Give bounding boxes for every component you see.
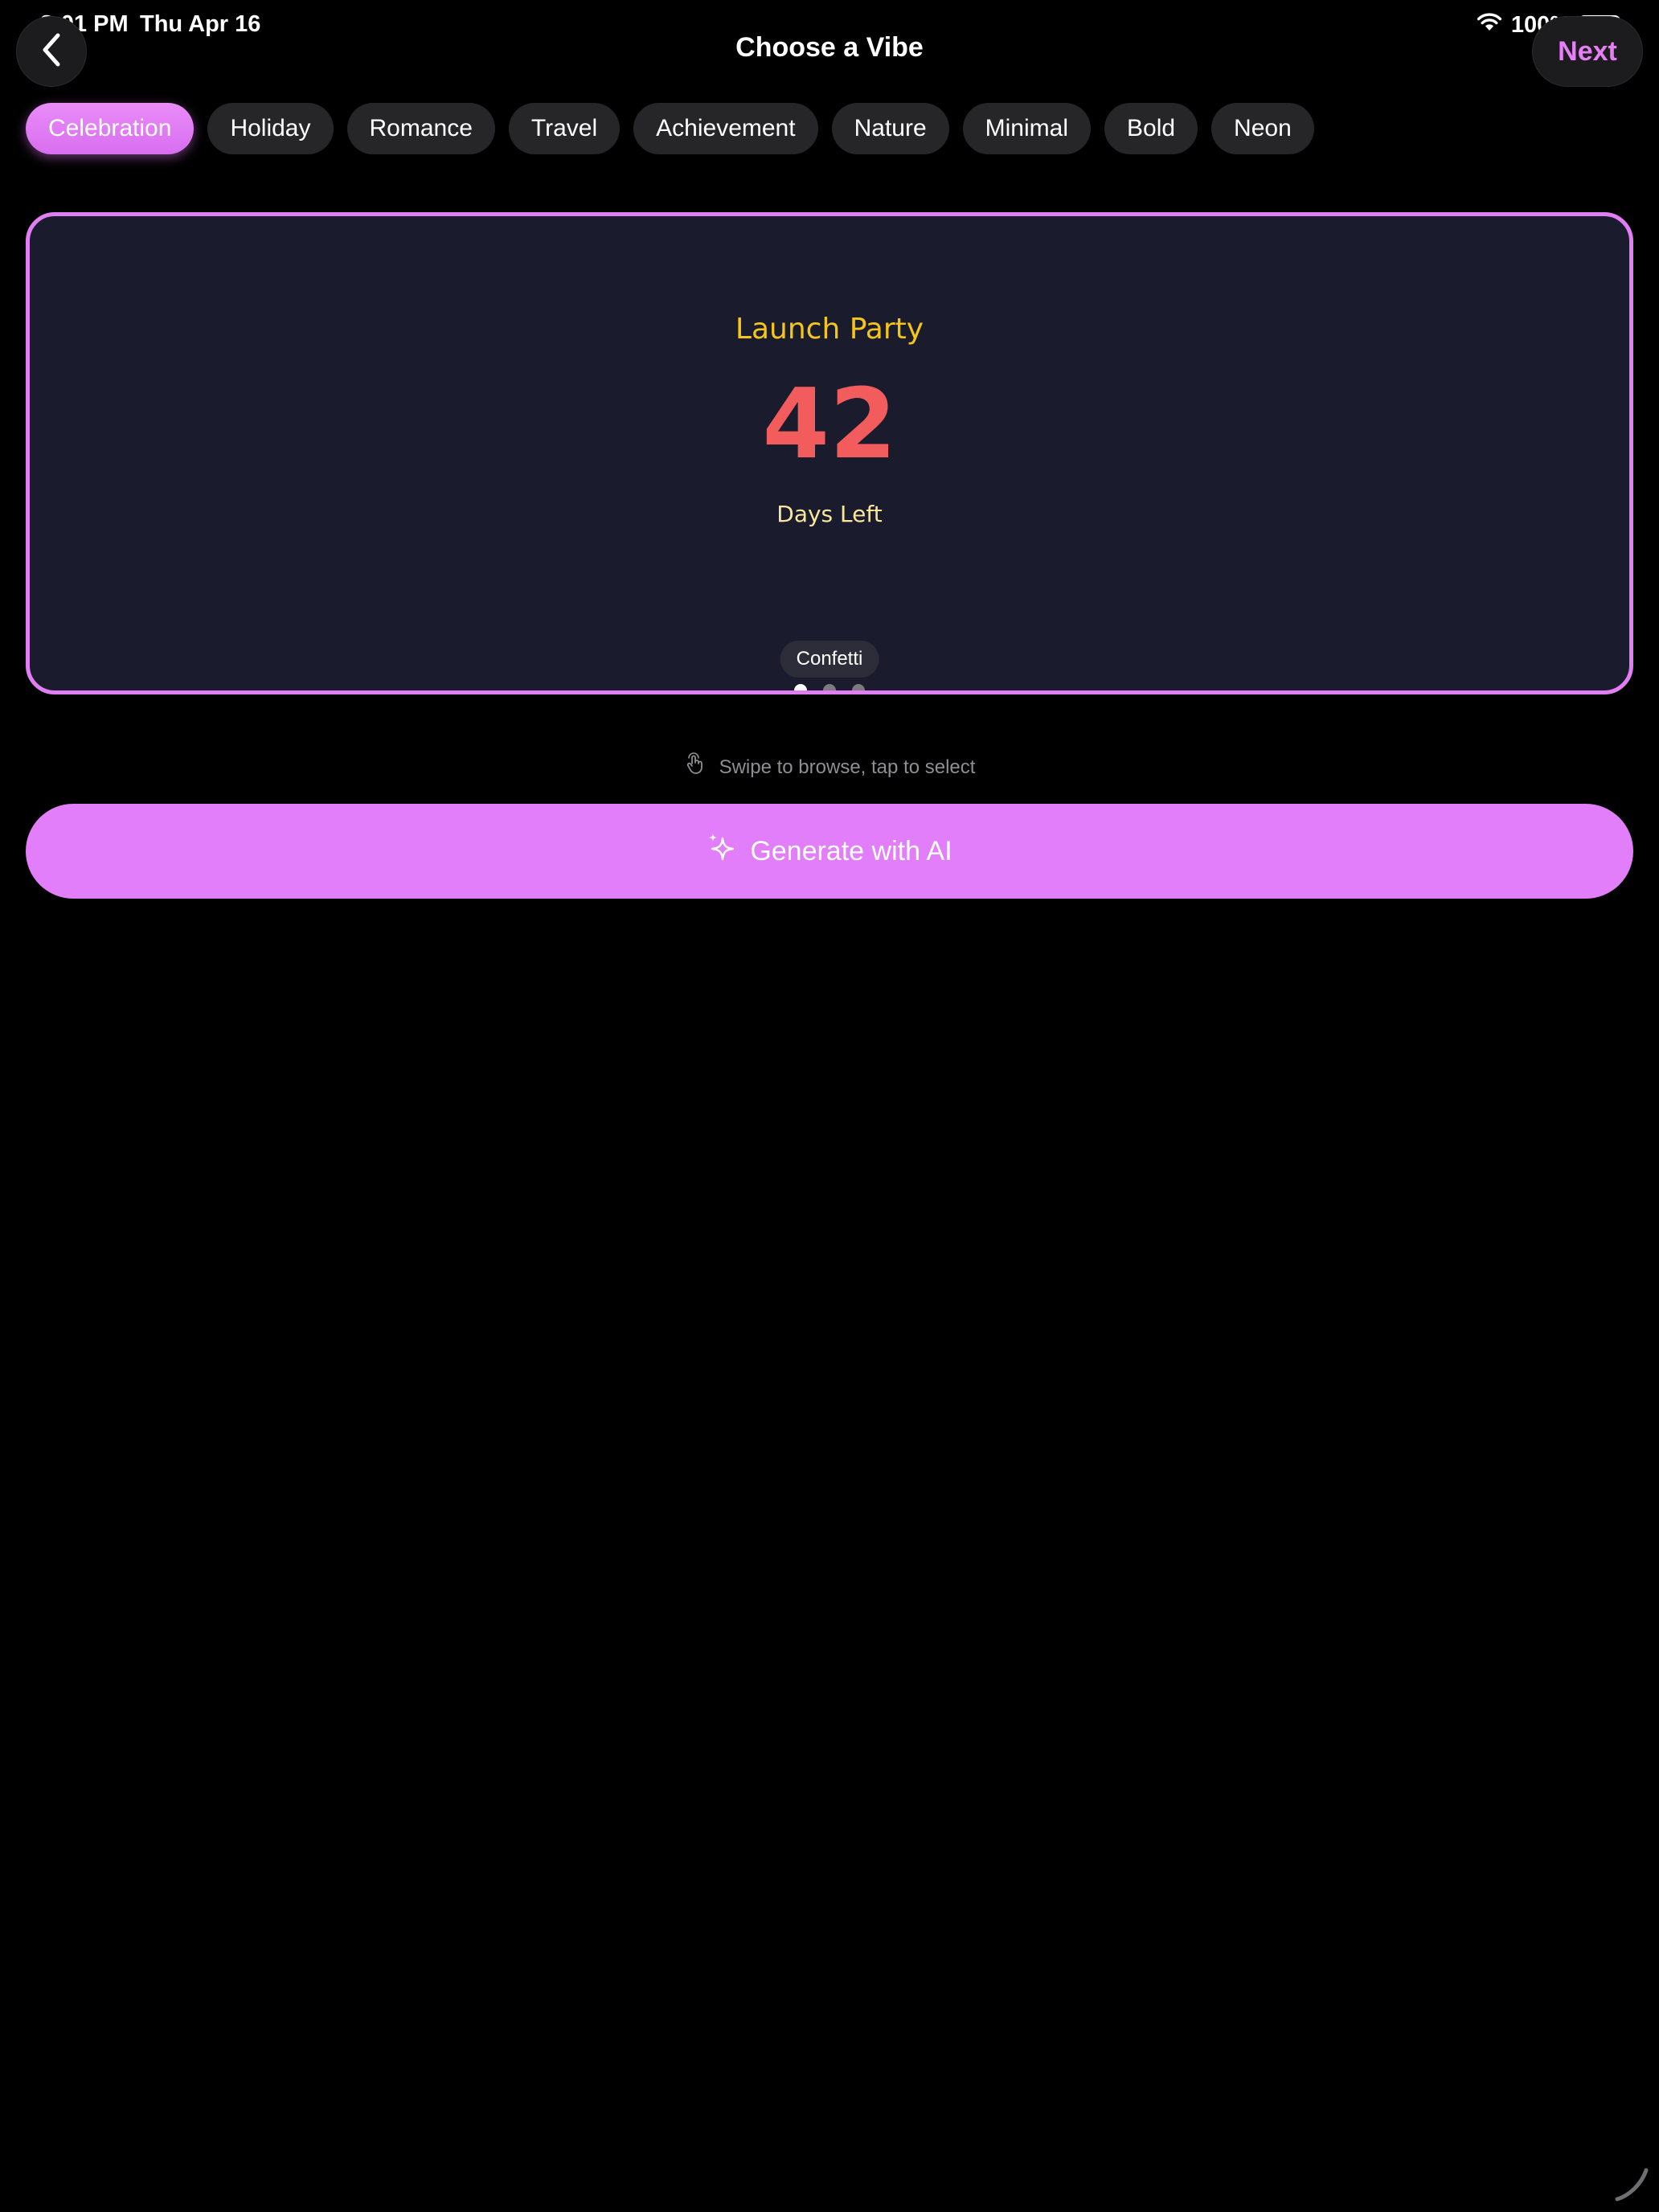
page-dot[interactable] — [823, 684, 836, 690]
style-badge: Confetti — [780, 641, 879, 678]
hand-tap-icon — [684, 752, 708, 782]
preview-caption: Days Left — [776, 501, 883, 527]
swipe-hint: Swipe to browse, tap to select — [0, 752, 1659, 782]
next-button[interactable]: Next — [1532, 16, 1643, 87]
category-chip-achievement[interactable]: Achievement — [633, 103, 818, 154]
category-chip-romance[interactable]: Romance — [346, 103, 495, 154]
page-dot[interactable] — [794, 684, 807, 690]
category-chip-bold[interactable]: Bold — [1104, 103, 1198, 154]
category-chip-celebration[interactable]: Celebration — [26, 103, 195, 154]
generate-with-ai-button[interactable]: Generate with AI — [26, 804, 1633, 899]
category-chip-nature[interactable]: Nature — [831, 103, 949, 154]
category-chip-travel[interactable]: Travel — [508, 103, 621, 154]
sparkles-icon — [707, 832, 735, 871]
preview-countdown-number: 42 — [762, 369, 897, 481]
category-chip-minimal[interactable]: Minimal — [962, 103, 1091, 154]
page-title: Choose a Vibe — [735, 32, 924, 63]
page-dot[interactable] — [852, 684, 865, 690]
page-indicator[interactable] — [794, 684, 865, 690]
resize-handle[interactable] — [1611, 2164, 1651, 2204]
vibe-preview-card[interactable]: Launch Party 42 Days Left Confetti — [26, 212, 1633, 694]
category-chip-neon[interactable]: Neon — [1211, 103, 1314, 154]
preview-title: Launch Party — [735, 313, 924, 346]
generate-label: Generate with AI — [750, 835, 952, 866]
category-chips: Celebration Holiday Romance Travel Achie… — [26, 103, 1314, 154]
hint-text: Swipe to browse, tap to select — [719, 756, 976, 778]
category-chip-holiday[interactable]: Holiday — [207, 103, 334, 154]
